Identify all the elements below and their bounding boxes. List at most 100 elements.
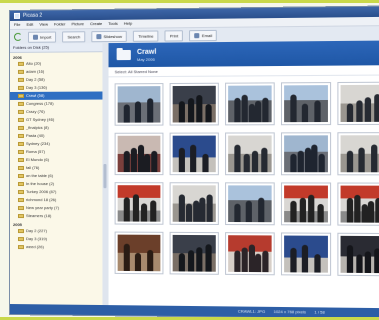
photo-thumbnail[interactable] <box>225 232 275 276</box>
menu-picture[interactable]: Picture <box>71 20 84 28</box>
photo-image <box>117 135 161 173</box>
photo-figure <box>290 94 297 123</box>
sidebar-folder-label: Day 2 (58) <box>25 76 45 82</box>
photo-thumbnail[interactable] <box>225 82 275 126</box>
folder-sidebar: Folders on Disk (25) 2006 Alto (20) adam (… <box>9 43 104 306</box>
album-pane: Crawl May 2006 Select: All Starred None <box>108 40 379 309</box>
slideshow-icon <box>96 33 102 39</box>
email-icon <box>194 32 200 38</box>
menu-folder[interactable]: Folder <box>54 20 65 28</box>
menu-view[interactable]: View <box>39 21 48 29</box>
sidebar-folder-item[interactable]: Sydney (234) <box>10 140 102 148</box>
menu-help[interactable]: Help <box>124 20 132 28</box>
photo-figure <box>234 250 241 272</box>
sidebar-folder-item[interactable]: In the house (2) <box>10 180 102 188</box>
photo-thumbnail[interactable] <box>337 182 379 226</box>
photo-thumbnail[interactable] <box>169 82 219 126</box>
photo-thumbnail[interactable] <box>114 83 164 126</box>
sidebar-folder-label: weed (26) <box>25 244 44 250</box>
photo-figure <box>199 197 206 222</box>
folder-icon <box>17 61 24 66</box>
photo-figure <box>368 201 375 223</box>
sidebar-folder-label: _finalpics (8) <box>25 124 49 130</box>
photo-figure <box>262 250 269 273</box>
photo-figure <box>123 104 130 123</box>
picasa-window: Picasa 2 File Edit View Folder Picture C… <box>9 5 379 320</box>
album-header: Crawl May 2006 <box>108 40 379 68</box>
sidebar-folder-item[interactable]: _finalpics (8) <box>10 124 102 132</box>
album-date: May 2006 <box>136 56 155 62</box>
sidebar-folder-item[interactable]: richmond 18 (26) <box>10 196 102 204</box>
photo-figure <box>304 147 311 173</box>
import-button[interactable]: Import <box>27 31 57 43</box>
email-button[interactable]: Email <box>189 29 218 41</box>
photo-figure <box>241 94 248 123</box>
photo-thumbnail[interactable] <box>337 132 379 176</box>
photo-thumbnail[interactable] <box>169 182 219 226</box>
sidebar-folder-label: Congress (178) <box>25 100 54 106</box>
photo-figure <box>318 153 326 173</box>
photo-image <box>340 84 379 122</box>
photo-thumbnail[interactable] <box>169 132 219 176</box>
folder-icon <box>17 206 24 211</box>
photo-thumbnail[interactable] <box>114 132 164 176</box>
sidebar-folder-label: on the table (6) <box>25 173 53 179</box>
refresh-icon[interactable] <box>13 32 22 41</box>
sidebar-folder-item[interactable]: Roma (57) <box>10 148 102 156</box>
sidebar-folder-item[interactable]: weed (26) <box>10 243 102 252</box>
photo-figure <box>313 100 321 123</box>
menu-create[interactable]: Create <box>90 20 102 28</box>
sidebar-folder-label: Sydney (234) <box>25 140 50 146</box>
photo-figure <box>290 247 297 273</box>
photo-thumbnail[interactable] <box>225 132 275 176</box>
photo-figure <box>373 94 379 122</box>
sidebar-folder-label: Roma (57) <box>25 148 45 154</box>
photo-figure <box>132 194 139 222</box>
photo-thumbnail[interactable] <box>280 232 332 276</box>
sidebar-folder-item[interactable]: Turkey 2006 (87) <box>10 188 102 196</box>
photo-thumbnail[interactable] <box>337 81 379 126</box>
photo-figure <box>299 197 306 223</box>
folder-icon <box>17 237 24 242</box>
photo-figure <box>246 200 253 223</box>
sidebar-folder-item[interactable]: GT Sydney (46) <box>10 116 102 124</box>
status-size: 1024 x 768 pixels <box>273 308 306 315</box>
photo-thumbnail[interactable] <box>169 231 219 275</box>
folder-icon <box>17 77 24 82</box>
photo-figure <box>241 247 248 272</box>
photo-image <box>117 234 161 272</box>
photo-thumbnail[interactable] <box>225 182 275 226</box>
photo-image <box>340 135 379 173</box>
photo-figure <box>204 104 212 123</box>
photo-thumbnail[interactable] <box>280 182 332 226</box>
select-bar[interactable]: Select: All Starred None <box>108 65 379 78</box>
sidebar-folder-item[interactable]: Pasta (40) <box>10 132 102 140</box>
folder-icon <box>17 149 24 154</box>
sidebar-folder-item[interactable]: fall (76) <box>10 164 102 172</box>
menu-file[interactable]: File <box>14 21 20 29</box>
album-title: Crawl <box>136 48 157 56</box>
menu-edit[interactable]: Edit <box>26 21 33 29</box>
slideshow-button[interactable]: Slideshow <box>91 30 128 42</box>
sidebar-folder-label: Turkey 2006 (87) <box>25 189 57 195</box>
print-label: Print <box>169 32 179 38</box>
photo-thumbnail[interactable] <box>114 231 164 275</box>
photo-thumbnail[interactable] <box>280 82 332 126</box>
photo-image <box>284 185 328 223</box>
photo-thumbnail[interactable] <box>280 132 332 176</box>
photo-thumbnail[interactable] <box>337 232 379 277</box>
photo-figure <box>346 197 354 223</box>
photo-figure <box>187 98 194 123</box>
folder-list: 2006 Alto (20) adam (16) Day 2 (58) Day 3 (1… <box>9 52 103 252</box>
sidebar-folder-label: fall (76) <box>25 165 40 171</box>
sidebar-folder-label: GT Sydney (46) <box>25 116 55 122</box>
timeline-button[interactable]: Timeline <box>133 29 159 42</box>
print-button[interactable]: Print <box>164 29 184 42</box>
photo-thumbnail[interactable] <box>114 182 164 225</box>
photo-figure <box>364 251 372 274</box>
sidebar-folder-item[interactable]: on the table (6) <box>10 172 102 180</box>
search-button[interactable]: Search <box>62 30 86 43</box>
sidebar-folder-item[interactable]: El Mundo (6) <box>10 156 102 164</box>
menu-tools[interactable]: Tools <box>108 20 117 28</box>
photo-image <box>172 234 216 272</box>
